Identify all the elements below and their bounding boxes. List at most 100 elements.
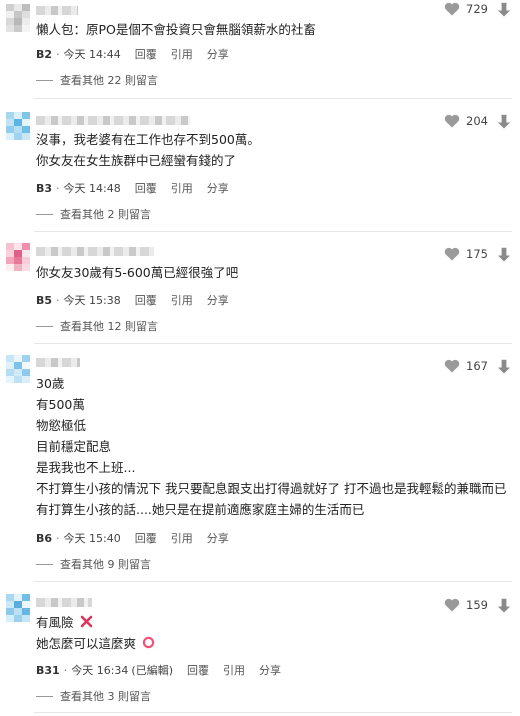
floor-number: B5	[36, 293, 53, 307]
arrow-down-icon[interactable]	[497, 2, 511, 17]
meta-separator: ·	[56, 531, 60, 545]
arrow-down-icon[interactable]	[497, 359, 511, 374]
comment-meta: B3 · 今天 14:48 回覆 引用 分享	[36, 180, 229, 196]
comment-text: 有風險	[36, 615, 74, 630]
comment-line: 你女友30歲有5-600萬已經很強了吧	[36, 265, 239, 280]
meta-separator: ·	[56, 47, 60, 61]
like-group: 729	[444, 2, 496, 16]
quote-button[interactable]: 引用	[171, 180, 193, 196]
heart-icon[interactable]	[444, 598, 460, 612]
comment-line: 你女友在女生族群中已經蠻有錢的了	[36, 153, 237, 168]
meta-separator: ·	[56, 293, 60, 307]
more-line	[36, 695, 53, 697]
share-button[interactable]: 分享	[207, 46, 229, 62]
cross-mark-icon	[80, 613, 93, 634]
heart-icon[interactable]	[444, 247, 460, 261]
timestamp: 今天 14:44	[63, 48, 121, 61]
more-line	[36, 325, 53, 327]
share-button[interactable]: 分享	[259, 662, 281, 678]
reply-button[interactable]: 回覆	[135, 292, 157, 308]
more-line	[36, 213, 53, 215]
like-count: 175	[466, 247, 488, 261]
username-blurred[interactable]	[36, 358, 80, 367]
share-button[interactable]: 分享	[207, 180, 229, 196]
comment-line: 30歲	[36, 376, 65, 391]
more-label: 查看其他 2 則留言	[60, 208, 151, 221]
username-blurred[interactable]	[36, 6, 78, 15]
view-more-replies[interactable]: 查看其他 9 則留言	[36, 556, 151, 572]
comment-divider	[34, 712, 512, 713]
quote-button[interactable]: 引用	[171, 46, 193, 62]
comment-divider	[34, 581, 512, 582]
reply-button[interactable]: 回覆	[187, 662, 209, 678]
avatar[interactable]	[6, 112, 30, 140]
timestamp: 今天 16:34	[71, 664, 129, 677]
comment-body: 懶人包：原PO是個不會投資只會無腦領薪水的社畜	[36, 19, 316, 40]
comment-divider	[34, 98, 512, 99]
reply-button[interactable]: 回覆	[135, 180, 157, 196]
comment-line: 有打算生小孩的話....她只是在提前適應家庭主婦的生活而已	[36, 502, 365, 517]
floor-number: B6	[36, 531, 53, 545]
heart-icon[interactable]	[444, 2, 460, 16]
view-more-replies[interactable]: 查看其他 12 則留言	[36, 318, 158, 334]
username-blurred[interactable]	[36, 116, 190, 125]
like-group: 204	[444, 114, 496, 128]
comment-line: 目前穩定配息	[36, 439, 112, 454]
comment-body: 30歲 有500萬 物慾極低 目前穩定配息 是我我也不上班... 不打算生小孩的…	[36, 373, 506, 520]
comment-line: 不打算生小孩的情況下 我只要配息跟支出打得過就好了 打不過也是我輕鬆的兼職而已	[36, 481, 507, 496]
quote-button[interactable]: 引用	[171, 292, 193, 308]
arrow-down-icon[interactable]	[497, 247, 511, 262]
heart-icon[interactable]	[444, 359, 460, 373]
more-label: 查看其他 22 則留言	[60, 74, 158, 87]
arrow-down-icon[interactable]	[497, 114, 511, 129]
like-group: 159	[444, 598, 496, 612]
comment-line: 物慾極低	[36, 418, 87, 433]
view-more-replies[interactable]: 查看其他 3 則留言	[36, 688, 151, 704]
like-count: 204	[466, 114, 488, 128]
view-more-replies[interactable]: 查看其他 2 則留言	[36, 206, 151, 222]
more-label: 查看其他 12 則留言	[60, 320, 158, 333]
avatar[interactable]	[6, 243, 30, 271]
timestamp: 今天 14:48	[63, 182, 121, 195]
circle-mark-icon	[142, 634, 155, 655]
comment-body: 有風險 她怎麼可以這麼爽	[36, 612, 155, 654]
username-blurred[interactable]	[36, 247, 154, 256]
floor-number: B2	[36, 47, 53, 61]
more-label: 查看其他 9 則留言	[60, 558, 151, 571]
comment-line: 沒事，我老婆有在工作也存不到500萬。	[36, 132, 260, 147]
like-group: 175	[444, 247, 496, 261]
heart-icon[interactable]	[444, 114, 460, 128]
timestamp: 今天 15:38	[63, 294, 121, 307]
more-line	[36, 79, 53, 81]
edited-label: (已編輯)	[131, 664, 173, 677]
comment-line-with-circle: 她怎麼可以這麼爽	[36, 633, 155, 654]
comment-meta: B31 · 今天 16:34 (已編輯) 回覆 引用 分享	[36, 662, 281, 678]
username-blurred[interactable]	[36, 598, 92, 607]
quote-button[interactable]: 引用	[171, 530, 193, 546]
floor-number: B3	[36, 181, 53, 195]
like-group: 167	[444, 359, 496, 373]
comment-body: 你女友30歲有5-600萬已經很強了吧	[36, 262, 238, 283]
reply-button[interactable]: 回覆	[135, 46, 157, 62]
comment-meta: B6 · 今天 15:40 回覆 引用 分享	[36, 530, 229, 546]
view-more-replies[interactable]: 查看其他 22 則留言	[36, 72, 158, 88]
share-button[interactable]: 分享	[207, 292, 229, 308]
avatar[interactable]	[6, 4, 30, 32]
more-line	[36, 563, 53, 565]
meta-separator: ·	[63, 663, 68, 677]
like-count: 159	[466, 598, 488, 612]
comment-line-with-cross: 有風險	[36, 612, 155, 633]
comment-line: 有500萬	[36, 397, 85, 412]
avatar[interactable]	[6, 355, 30, 383]
timestamp: 今天 15:40	[63, 532, 121, 545]
arrow-down-icon[interactable]	[497, 598, 511, 613]
quote-button[interactable]: 引用	[223, 662, 245, 678]
comment-divider	[34, 231, 512, 232]
like-count: 167	[466, 359, 488, 373]
reply-button[interactable]: 回覆	[135, 530, 157, 546]
share-button[interactable]: 分享	[207, 530, 229, 546]
avatar[interactable]	[6, 594, 30, 622]
comment-line: 懶人包：原PO是個不會投資只會無腦領薪水的社畜	[36, 22, 316, 37]
comment-text: 她怎麼可以這麼爽	[36, 636, 137, 651]
meta-separator: ·	[56, 181, 60, 195]
